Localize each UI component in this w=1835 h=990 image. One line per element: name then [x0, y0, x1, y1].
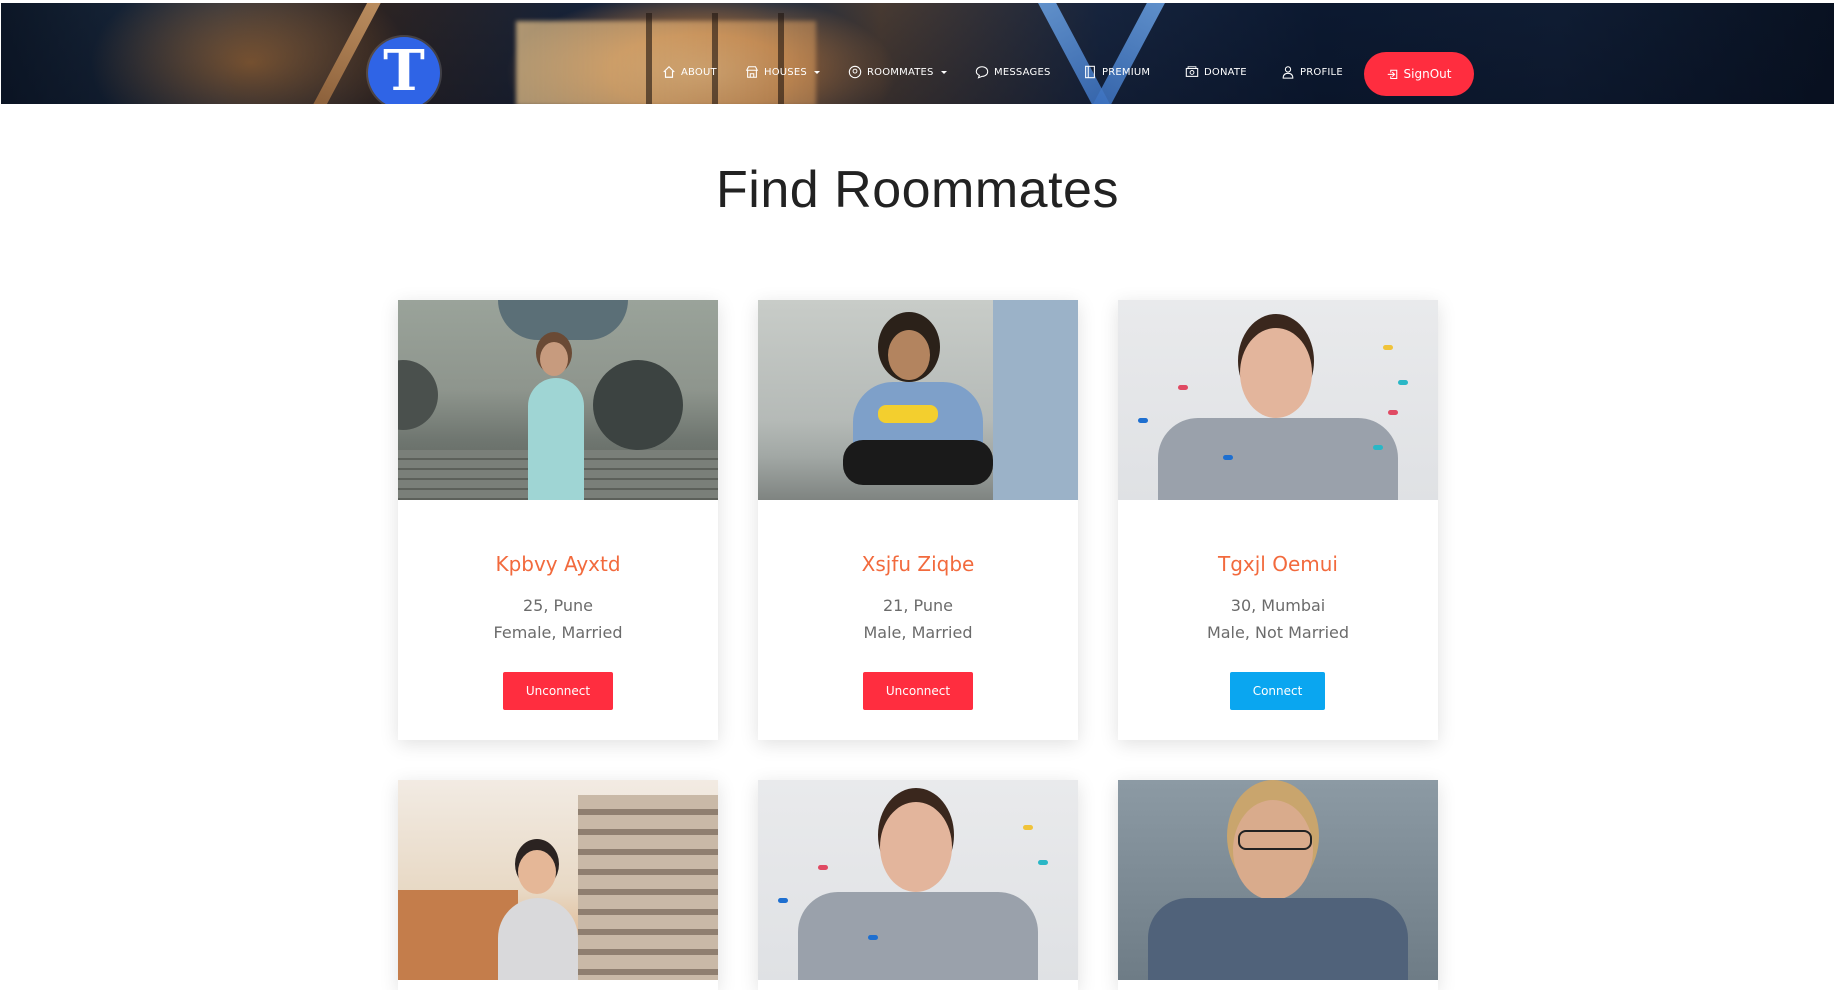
- person-head: [540, 342, 568, 376]
- user-circle-icon: [848, 65, 862, 79]
- nav-about-label: ABOUT: [681, 66, 717, 78]
- roommate-name[interactable]: Tgxjl Oemui: [1118, 552, 1438, 576]
- person-body: [498, 898, 578, 980]
- nav-messages[interactable]: MESSAGES: [975, 63, 1051, 81]
- roommate-card: Tgxjl Oemui 30, Mumbai Male, Not Married…: [1118, 300, 1438, 740]
- confetti: [1038, 860, 1048, 865]
- nav-about[interactable]: ABOUT: [662, 63, 717, 81]
- roommate-card: [398, 780, 718, 990]
- roommate-gender-status: Female, Married: [493, 623, 623, 642]
- roommate-age-city: 25, Pune: [522, 596, 594, 615]
- signout-button[interactable]: SignOut: [1364, 52, 1474, 96]
- store-icon: [745, 66, 759, 78]
- roommate-name[interactable]: Kpbvy Ayxtd: [398, 552, 718, 576]
- roommate-card: [1118, 780, 1438, 990]
- roommate-card: Xsjfu Ziqbe 21, Pune Male, Married Uncon…: [758, 300, 1078, 740]
- person-body: [798, 892, 1038, 980]
- nav-roommates[interactable]: ROOMMATES: [848, 63, 947, 81]
- nav-houses-label: HOUSES: [764, 66, 807, 78]
- book-icon: [1085, 65, 1095, 79]
- signout-label: SignOut: [1403, 67, 1452, 81]
- roommate-photo: [1118, 780, 1438, 980]
- chevron-down-icon: [813, 70, 820, 74]
- page-title: Find Roommates: [716, 161, 1119, 219]
- roommate-card: Kpbvy Ayxtd 25, Pune Female, Married Unc…: [398, 300, 718, 740]
- confetti: [1178, 385, 1188, 390]
- arch-window: [593, 360, 683, 450]
- nav-houses[interactable]: HOUSES: [745, 63, 820, 81]
- person-body: [1158, 418, 1398, 500]
- person-head: [518, 850, 556, 894]
- confetti: [1388, 410, 1398, 415]
- belt-bag: [878, 405, 938, 423]
- person-body: [1148, 898, 1408, 980]
- roommate-age-city: 30, Mumbai: [1230, 596, 1326, 615]
- person-head: [880, 802, 952, 892]
- glasses: [1238, 830, 1312, 850]
- wall-panel: [993, 300, 1078, 500]
- main-nav: ABOUT HOUSES ROOMMATES MESSAGES PREMIUM …: [1, 3, 1834, 104]
- nav-premium-label: PREMIUM: [1102, 66, 1151, 78]
- roommate-gender-status: Male, Not Married: [1206, 623, 1350, 642]
- roommate-age-city: 21, Pune: [882, 596, 954, 615]
- user-icon: [1282, 66, 1294, 79]
- arch-window: [398, 360, 438, 430]
- roommate-photo: [398, 780, 718, 980]
- confetti: [1023, 825, 1033, 830]
- logout-icon: [1387, 69, 1397, 80]
- money-icon: [1185, 66, 1199, 77]
- nav-profile-label: PROFILE: [1300, 66, 1343, 78]
- nav-premium[interactable]: PREMIUM: [1083, 63, 1150, 81]
- home-icon: [663, 65, 675, 78]
- nav-donate[interactable]: DONATE: [1185, 63, 1247, 81]
- header-banner: T ABOUT HOUSES ROOMMATES MESSAGES PREMIU…: [1, 3, 1834, 104]
- person-body: [528, 378, 584, 500]
- confetti: [1138, 418, 1148, 423]
- nav-messages-label: MESSAGES: [994, 66, 1051, 78]
- unconnect-button[interactable]: Unconnect: [503, 672, 613, 710]
- confetti: [1383, 345, 1393, 350]
- confetti: [1398, 380, 1408, 385]
- confetti: [778, 898, 788, 903]
- chevron-down-icon: [940, 70, 947, 74]
- confetti: [868, 935, 878, 940]
- person-head: [1240, 328, 1312, 418]
- confetti: [1223, 455, 1233, 460]
- roommate-name[interactable]: Xsjfu Ziqbe: [758, 552, 1078, 576]
- roommate-photo: [398, 300, 718, 500]
- nav-roommates-label: ROOMMATES: [867, 66, 934, 78]
- person-head: [1233, 800, 1313, 900]
- connect-button[interactable]: Connect: [1230, 672, 1325, 710]
- person-legs: [843, 440, 993, 485]
- confetti: [818, 865, 828, 870]
- confetti: [1373, 445, 1383, 450]
- arch-window: [498, 300, 628, 340]
- nav-profile[interactable]: PROFILE: [1281, 63, 1343, 81]
- nav-donate-label: DONATE: [1204, 66, 1247, 78]
- roommate-photo: [758, 780, 1078, 980]
- roommate-card: [758, 780, 1078, 990]
- roommate-gender-status: Male, Married: [863, 623, 973, 642]
- unconnect-button[interactable]: Unconnect: [863, 672, 973, 710]
- person-head: [888, 330, 930, 380]
- chat-bubble-icon: [975, 66, 989, 79]
- apartment-building: [578, 795, 718, 980]
- roommate-photo: [1118, 300, 1438, 500]
- roommate-photo: [758, 300, 1078, 500]
